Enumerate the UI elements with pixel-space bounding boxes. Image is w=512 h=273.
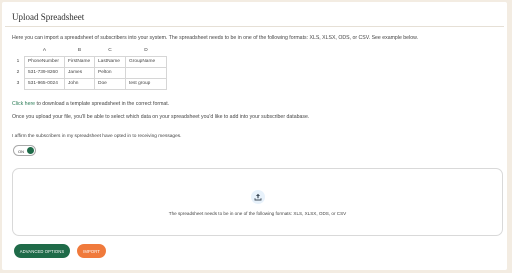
table-cell: FirstName xyxy=(64,56,95,68)
upload-card: Upload Spreadsheet Here you can import a… xyxy=(2,2,507,270)
advanced-options-button[interactable]: ADVANCED OPTIONS xyxy=(14,244,70,258)
upload-icon[interactable] xyxy=(251,190,265,204)
affirm-label: I affirm the subscribers in my spreadshe… xyxy=(12,134,182,139)
table-cell xyxy=(125,67,167,79)
toggle-knob xyxy=(27,147,34,154)
row-number: 1 xyxy=(16,59,20,64)
intro-text: Here you can import a spreadsheet of sub… xyxy=(12,35,418,41)
column-header: B xyxy=(77,48,82,53)
table-cell: Pelton xyxy=(94,67,126,79)
table-cell: James xyxy=(64,67,95,79)
template-download-link[interactable]: Click here xyxy=(12,101,35,107)
table-row: 1 PhoneNumber FirstName LastName GroupNa… xyxy=(12,56,167,68)
row-number: 3 xyxy=(16,81,20,86)
file-dropzone[interactable]: The spreadsheet needs to be in one of th… xyxy=(12,168,503,236)
table-row: 2 531-739-8260 James Pelton xyxy=(12,67,167,79)
dropzone-format-text: The spreadsheet needs to be in one of th… xyxy=(168,211,347,216)
table-cell: 531-965-0024 xyxy=(24,78,65,90)
table-cell: Doe xyxy=(94,78,126,90)
table-cell: GroupName xyxy=(125,56,167,68)
table-cell: 531-739-8260 xyxy=(24,67,65,79)
table-cell: John xyxy=(64,78,95,90)
table-cell: PhoneNumber xyxy=(24,56,65,68)
affirm-toggle[interactable]: ON xyxy=(13,145,36,156)
table-header-row: A B C D xyxy=(12,46,167,57)
corner-cell xyxy=(12,46,25,57)
example-spreadsheet-table: A B C D 1 PhoneNumber FirstName LastName… xyxy=(12,46,167,90)
import-button[interactable]: IMPORT xyxy=(77,244,106,258)
row-number: 2 xyxy=(16,70,20,75)
title-divider xyxy=(5,26,504,27)
column-header: D xyxy=(144,48,148,53)
column-header: C xyxy=(108,48,112,53)
toggle-state-label: ON xyxy=(18,148,24,154)
table-row: 3 531-965-0024 John Doe test group xyxy=(12,78,167,90)
page-title: Upload Spreadsheet xyxy=(12,12,85,22)
template-download-line: Click here to download a template spread… xyxy=(12,101,169,107)
table-cell: test group xyxy=(125,78,167,90)
template-download-text: to download a template spreadsheet in th… xyxy=(35,101,170,107)
table-cell: LastName xyxy=(94,56,126,68)
upload-info-text: Once you upload your file, you'll be abl… xyxy=(12,114,310,120)
column-header: A xyxy=(42,48,47,53)
